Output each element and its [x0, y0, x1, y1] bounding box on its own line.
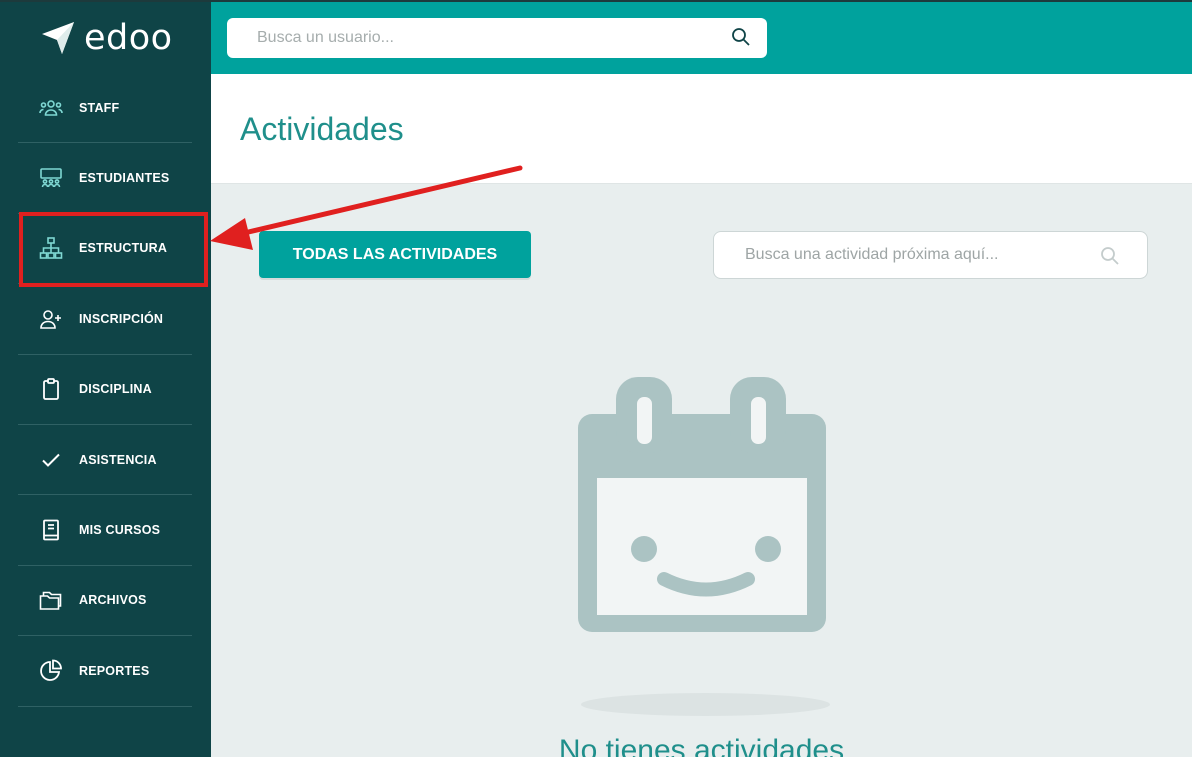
sidebar-item-label: MIS CURSOS — [79, 523, 161, 538]
book-icon — [39, 518, 63, 542]
all-activities-button[interactable]: TODAS LAS ACTIVIDADES — [259, 231, 531, 278]
add-user-icon — [39, 307, 63, 331]
check-icon — [39, 448, 63, 472]
sidebar-item-label: INSCRIPCIÓN — [79, 311, 164, 326]
sidebar-item-asistencia[interactable]: ASISTENCIA — [18, 425, 192, 496]
sidebar-item-label: REPORTES — [79, 663, 150, 678]
sidebar-item-label: ESTUDIANTES — [79, 171, 170, 186]
students-icon — [39, 166, 63, 190]
page-title: Actividades — [240, 111, 404, 147]
sidebar-item-label: STAFF — [79, 100, 120, 115]
pie-chart-icon — [39, 659, 63, 683]
activity-search-input[interactable]: Busca una actividad próxima aquí... — [713, 231, 1148, 279]
sidebar-item-reportes[interactable]: REPORTES — [18, 636, 192, 707]
clipboard-icon — [39, 377, 63, 401]
sidebar-item-staff[interactable]: STAFF — [18, 73, 192, 144]
empty-state-message: No tienes actividades — [558, 734, 845, 757]
search-icon[interactable] — [731, 27, 751, 47]
paper-plane-icon — [42, 22, 74, 54]
sidebar-item-label: DISCIPLINA — [79, 382, 152, 397]
top-bar: Busca un usuario... — [211, 2, 1192, 74]
user-search-placeholder: Busca un usuario... — [257, 29, 394, 46]
calendar-smiley-icon — [578, 377, 826, 632]
top-border — [0, 0, 1192, 2]
brand-name: edoo — [84, 18, 173, 58]
search-icon[interactable] — [1100, 246, 1120, 266]
staff-icon — [39, 96, 63, 120]
user-search-input[interactable]: Busca un usuario... — [227, 18, 767, 58]
sidebar-item-estudiantes[interactable]: ESTUDIANTES — [18, 143, 192, 214]
sidebar-item-inscripcion[interactable]: INSCRIPCIÓN — [18, 284, 192, 355]
annotation-highlight-box — [19, 212, 208, 287]
illustration-shadow — [581, 693, 830, 716]
sidebar-item-disciplina[interactable]: DISCIPLINA — [18, 355, 192, 425]
sidebar: edoo STAFF ESTUDIANTES ESTRUCTURA INSCRI… — [0, 0, 211, 757]
sidebar-item-label: ASISTENCIA — [79, 452, 157, 467]
sidebar-item-archivos[interactable]: ARCHIVOS — [18, 566, 192, 637]
page-header: Actividades — [211, 74, 1192, 184]
sidebar-nav: STAFF ESTUDIANTES ESTRUCTURA INSCRIPCIÓN… — [18, 73, 192, 707]
sidebar-item-label: ARCHIVOS — [79, 593, 147, 608]
brand-logo[interactable]: edoo — [40, 18, 173, 58]
sidebar-item-mis-cursos[interactable]: MIS CURSOS — [18, 495, 192, 566]
folder-icon — [39, 588, 63, 612]
activity-search-placeholder: Busca una actividad próxima aquí... — [745, 246, 999, 263]
